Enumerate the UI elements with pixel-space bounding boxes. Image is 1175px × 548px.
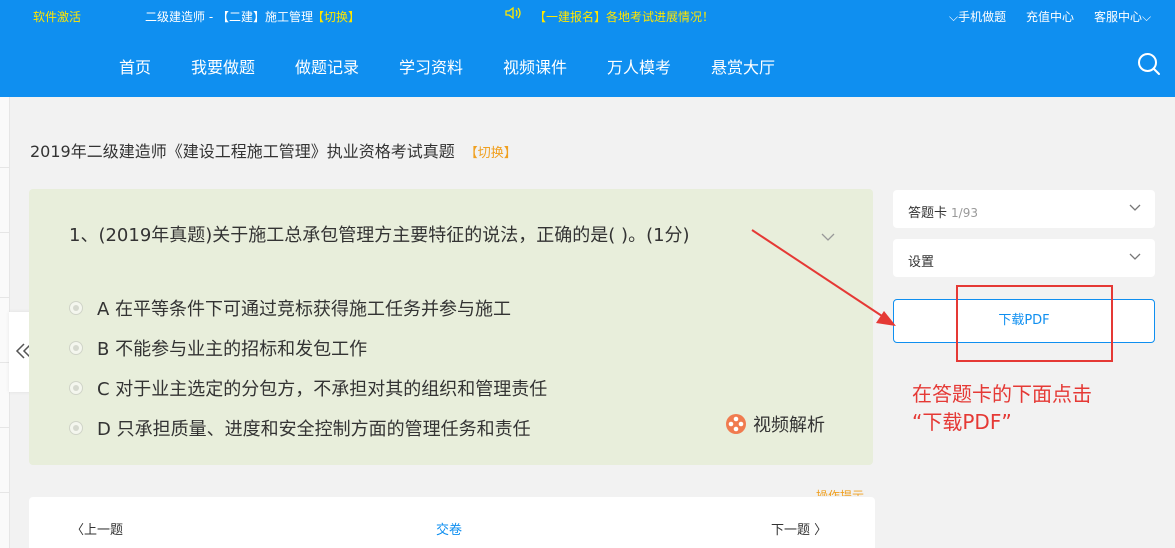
annotation-arrow bbox=[751, 229, 896, 326]
annotation-line-1: 在答题卡的下面点击 bbox=[912, 382, 1092, 406]
annotation-line-2: “下载PDF” bbox=[912, 410, 1012, 434]
annotation-text: 在答题卡的下面点击 “下载PDF” bbox=[912, 380, 1092, 436]
